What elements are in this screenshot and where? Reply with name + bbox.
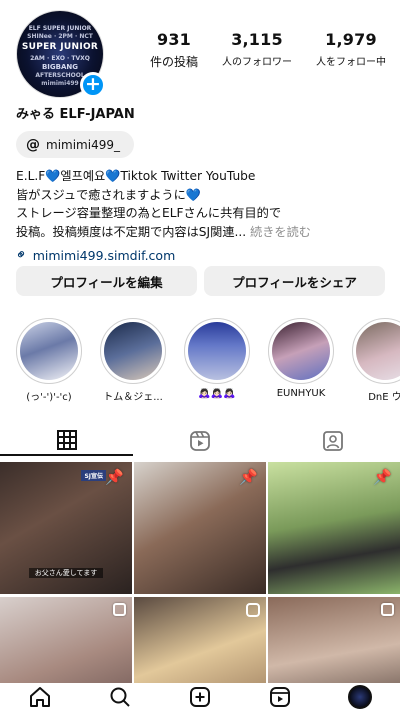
caption-text: お父さん愛してます [28,568,104,578]
followers-count[interactable]: 3,115 人のフォロワー [222,30,292,70]
highlight-label: DnE ウ [368,392,400,403]
followers-count-label: 人のフォロワー [222,57,292,68]
story-highlight[interactable]: DnE ウ [352,318,400,403]
avatar-text: SUPER JUNIOR [21,42,99,52]
post-thumbnail[interactable]: 📌 [134,462,266,594]
story-highlight[interactable]: EUNHYUK [268,318,334,399]
search-icon [110,687,130,707]
threads-icon: @ [26,136,40,153]
followers-count-value: 3,115 [231,30,283,49]
following-count[interactable]: 1,979 人をフォロー中 [316,30,386,70]
nav-home[interactable] [23,684,57,710]
highlight-label: トム＆ジェ... [103,392,163,403]
profile-avatar-small [348,685,372,709]
display-name: みゃる ELF-JAPAN [16,107,135,122]
edit-profile-button[interactable]: プロフィールを編集 [16,266,197,296]
highlight-cover [272,322,330,380]
bio-line: 皆がスジュで癒されますように💙 [16,187,201,202]
tagged-person-icon [322,431,343,451]
highlight-ring [184,318,250,384]
add-story-button[interactable]: + [80,72,106,98]
avatar-text: ELF SUPER JUNIOR [28,25,92,32]
grid-icon [56,430,77,450]
story-highlight[interactable]: (っ'-')'-'c) [16,318,82,403]
carousel-icon [381,603,394,616]
bio: E.L.F💙엘프예요💙Tiktok Twitter YouTube 皆がスジュで… [16,167,386,241]
tab-posts-grid[interactable] [0,426,133,456]
profile-link[interactable]: ⚭ mimimi499.simdif.com [12,245,176,265]
story-highlight[interactable]: 🙇🏻‍♀️🙇🏻‍♀️🙇🏻‍♀️ [184,318,250,399]
home-icon [30,687,50,707]
highlight-label: (っ'-')'-'c) [26,392,72,403]
nav-profile[interactable] [343,684,377,710]
tab-reels[interactable] [133,426,266,456]
plus-square-icon [190,687,210,707]
tab-tagged[interactable] [266,426,399,456]
highlight-cover [356,322,400,380]
highlight-ring [268,318,334,384]
nav-search[interactable] [103,684,137,710]
bio-line-last: 投稿。投稿頻度は不定期で内容はSJ関連... 続きを読む [16,223,386,242]
avatar-text: SHINee · 2PM · NCT [27,33,93,40]
carousel-icon [113,603,126,616]
avatar-text: BIGBANG [41,63,79,71]
posts-count[interactable]: 931 件の投稿 [150,30,198,70]
link-icon: ⚭ [12,245,32,265]
highlight-ring [100,318,166,384]
threads-handle: mimimi499_ [46,137,120,152]
story-highlight[interactable]: トム＆ジェ... [100,318,166,403]
threads-badge[interactable]: @ mimimi499_ [16,131,134,158]
bio-line: 投稿。投稿頻度は不定期で内容はSJ関連... [16,224,251,239]
post-caption-overlay: お父さん愛してます [0,568,132,578]
post-thumbnail[interactable]: SJ宣伝 📌 お父さん愛してます [0,462,132,594]
highlight-cover [188,322,246,380]
pin-icon: 📌 [239,468,258,486]
reels-icon [270,687,290,707]
following-count-value: 1,979 [325,30,377,49]
nav-create[interactable] [183,684,217,710]
highlight-cover [104,322,162,380]
bio-line: E.L.F💙엘프예요💙Tiktok Twitter YouTube [16,169,256,183]
reels-icon [189,431,210,451]
post-thumbnail[interactable]: 📌 [268,462,400,594]
reel-icon [246,603,260,617]
read-more-link[interactable]: 続きを読む [250,225,311,239]
bottom-navigation [0,683,400,711]
avatar-text: 2AM · EXO · TVXQ [30,55,90,62]
profile-link-text: mimimi499.simdif.com [32,247,176,263]
posts-count-label: 件の投稿 [150,55,199,69]
nav-reels[interactable] [263,684,297,710]
highlight-cover [20,322,78,380]
posts-count-value: 931 [157,30,191,49]
following-count-label: 人をフォロー中 [315,57,386,68]
share-profile-button[interactable]: プロフィールをシェア [204,266,385,296]
pin-icon: 📌 [373,468,392,486]
bio-line: ストレージ容量整理の為とELFさんに共有目的で [16,206,282,220]
highlight-ring [352,318,400,384]
pin-icon: 📌 [105,468,124,486]
highlight-ring [16,318,82,384]
highlight-label: EUNHYUK [276,388,326,399]
profile-stats: 931 件の投稿 3,115 人のフォロワー 1,979 人をフォロー中 [150,30,386,70]
highlight-label: 🙇🏻‍♀️🙇🏻‍♀️🙇🏻‍♀️ [198,388,236,399]
sj-logo: SJ宣伝 [81,470,106,481]
